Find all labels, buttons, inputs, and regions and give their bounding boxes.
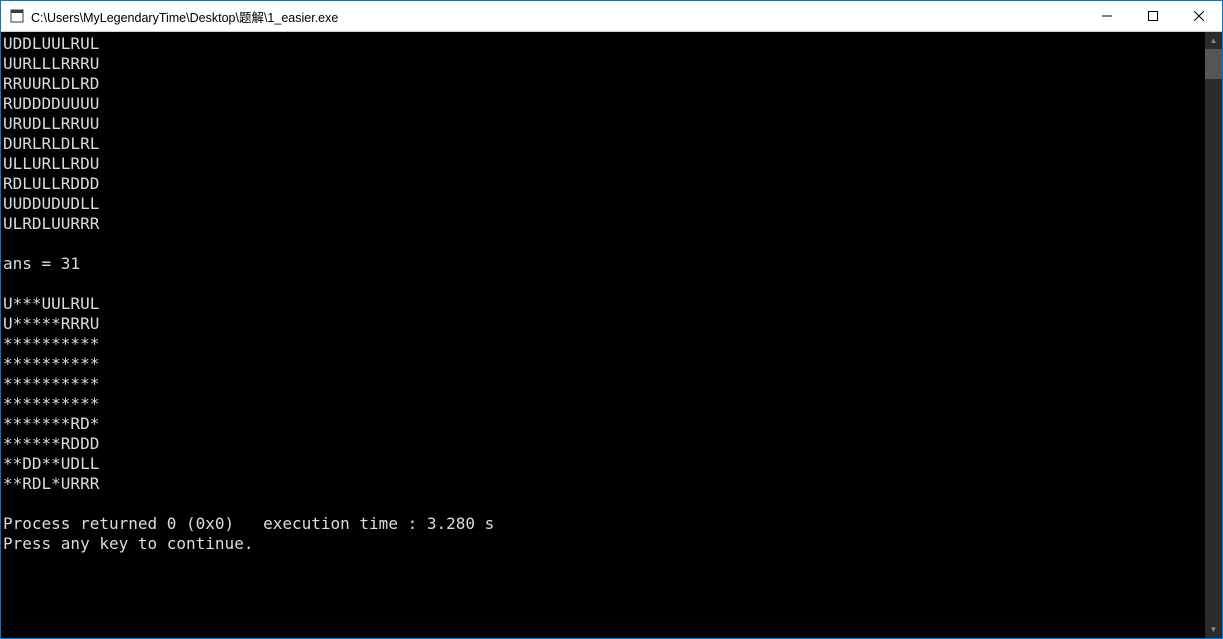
- close-button[interactable]: [1176, 1, 1222, 31]
- window-titlebar: C:\Users\MyLegendaryTime\Desktop\题解\1_ea…: [1, 1, 1222, 32]
- scroll-down-arrow[interactable]: ▼: [1205, 621, 1222, 638]
- minimize-button[interactable]: [1084, 1, 1130, 31]
- vertical-scrollbar[interactable]: ▲ ▼: [1205, 32, 1222, 638]
- scroll-up-arrow[interactable]: ▲: [1205, 32, 1222, 49]
- maximize-button[interactable]: [1130, 1, 1176, 31]
- window-title: C:\Users\MyLegendaryTime\Desktop\题解\1_ea…: [31, 7, 1084, 26]
- console-output: UDDLUULRUL UURLLLRRRU RRUURLDLRD RUDDDDU…: [1, 32, 1205, 638]
- console-area: UDDLUULRUL UURLLLRRRU RRUURLDLRD RUDDDDU…: [1, 32, 1222, 638]
- app-icon: [9, 8, 25, 24]
- scrollbar-thumb[interactable]: [1205, 49, 1222, 79]
- window-controls: [1084, 1, 1222, 31]
